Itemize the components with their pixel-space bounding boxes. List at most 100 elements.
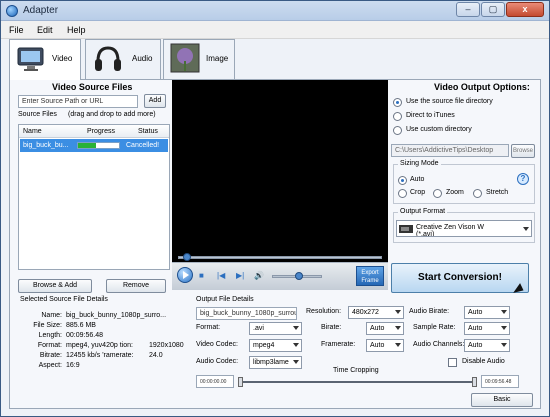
crop-end-handle[interactable] (472, 377, 477, 387)
chevron-down-icon (293, 326, 299, 330)
frame-label: Frame (361, 278, 379, 284)
export-frame-button[interactable]: Export Frame (356, 266, 384, 286)
radio-itunes[interactable] (393, 112, 402, 121)
export-label: Export (361, 270, 379, 276)
framerate-label: Framerate: (321, 341, 356, 348)
audio-bitrate-value: Auto (468, 309, 483, 316)
volume-icon[interactable]: 🔊 (254, 272, 264, 280)
output-details-title: Output File Details (196, 296, 254, 303)
radio-custom-directory-label: Use custom directory (406, 126, 472, 133)
help-icon[interactable]: ? (517, 173, 529, 185)
next-frame-icon[interactable]: ▶| (236, 272, 244, 280)
disable-audio-label: Disable Audio (462, 358, 505, 365)
sizing-mode-group (393, 164, 535, 204)
detail-value: 12455 kb/s 'ramerate: (66, 352, 134, 359)
output-directory-input[interactable]: C:\Users\AddictiveTips\Desktop (391, 144, 509, 157)
disable-audio-checkbox[interactable] (448, 358, 457, 367)
audio-bitrate-label: Audio Birate: (409, 308, 450, 315)
image-icon (170, 43, 200, 73)
row-progress-fill (78, 143, 97, 148)
title-bar: Adapter – ▢ x (1, 1, 549, 21)
seek-bar[interactable] (178, 253, 382, 261)
previous-frame-icon[interactable]: |◀ (217, 272, 225, 280)
stop-icon[interactable]: ■ (199, 272, 204, 280)
detail-extra-value: 24.0 (149, 352, 163, 359)
output-filename-input[interactable]: big_buck_bunny_1080p_surrou (196, 307, 297, 320)
format-select[interactable]: .avi (249, 322, 302, 335)
menu-edit[interactable]: Edit (37, 25, 53, 35)
play-button[interactable] (177, 267, 193, 283)
crop-end-input[interactable]: 00:09:56.48 (481, 375, 519, 388)
audio-codec-value: libmp3lame (253, 359, 289, 366)
column-progress[interactable]: Progress (87, 128, 115, 135)
detail-label: Bitrate: (39, 352, 62, 359)
detail-value: 885.6 MB (66, 322, 96, 329)
sample-rate-select[interactable]: Auto (464, 322, 510, 335)
radio-sizing-auto[interactable] (398, 176, 407, 185)
resolution-select[interactable]: 480x272 (348, 306, 404, 319)
source-path-input[interactable]: Enter Source Path or URL (18, 95, 138, 108)
radio-sizing-stretch[interactable] (473, 189, 482, 198)
crop-start-input[interactable]: 00:00:00.00 (196, 375, 234, 388)
output-format-select[interactable]: Creative Zen Vison W (*.avi) (396, 220, 532, 237)
minimize-button[interactable]: – (456, 2, 480, 17)
tab-audio[interactable]: Audio (85, 39, 161, 79)
framerate-select[interactable]: Auto (366, 339, 404, 352)
radio-sizing-crop[interactable] (398, 189, 407, 198)
detail-label: Length: (38, 332, 62, 339)
audio-channels-select[interactable]: Auto (464, 339, 510, 352)
table-row[interactable]: big_buck_bu... Cancelled! (20, 139, 168, 152)
radio-sizing-zoom[interactable] (433, 189, 442, 198)
basic-button[interactable]: Basic (471, 393, 533, 407)
menu-bar: File Edit Help (1, 21, 549, 39)
close-button[interactable]: x (506, 2, 544, 17)
time-cropping-slider[interactable] (240, 381, 476, 383)
row-status: Cancelled! (126, 142, 160, 149)
device-icon (399, 225, 413, 233)
bitrate-value: Auto (370, 325, 385, 332)
format-value: .avi (253, 325, 264, 332)
add-button[interactable]: Add (144, 94, 166, 108)
chevron-down-icon (395, 310, 401, 314)
chevron-down-icon (395, 343, 401, 347)
tab-image[interactable]: Image (163, 39, 235, 79)
crop-start-handle[interactable] (238, 377, 243, 387)
sample-rate-label: Sample Rate: (413, 324, 456, 331)
radio-custom-directory[interactable] (393, 126, 402, 135)
column-name[interactable]: Name (23, 128, 42, 135)
output-format-line2: (*.avi) (416, 231, 435, 237)
radio-sizing-zoom-label: Zoom (446, 189, 464, 196)
detail-extra-value: 1920x1080 (149, 342, 184, 349)
radio-source-directory[interactable] (393, 98, 402, 107)
remove-button[interactable]: Remove (106, 279, 166, 293)
framerate-value: Auto (370, 342, 385, 349)
radio-sizing-auto-label: Auto (410, 176, 425, 183)
audio-codec-select[interactable]: libmp3lame (249, 356, 302, 369)
browse-add-button[interactable]: Browse & Add (18, 279, 92, 293)
browse-directory-button[interactable]: Browse (511, 144, 535, 158)
drag-drop-hint: (drag and drop to add more) (68, 111, 156, 118)
chevron-down-icon (395, 326, 401, 330)
row-file-name: big_buck_bu... (23, 142, 69, 149)
volume-slider[interactable] (272, 272, 322, 280)
window-controls: – ▢ x (456, 2, 544, 18)
resolution-label: Resolution: (306, 308, 342, 315)
chevron-down-icon (501, 343, 507, 347)
volume-slider-handle[interactable] (295, 272, 304, 280)
bitrate-select[interactable]: Auto (366, 322, 404, 335)
tab-video[interactable]: Video (9, 39, 81, 80)
detail-value: 16:9 (66, 362, 80, 369)
column-status[interactable]: Status (138, 128, 158, 135)
source-files-title: Video Source Files (52, 82, 133, 92)
source-file-list[interactable]: Name Progress Status big_buck_bu... Canc… (18, 124, 170, 270)
audio-bitrate-select[interactable]: Auto (464, 306, 510, 319)
video-codec-label: Video Codec: (196, 341, 238, 348)
menu-file[interactable]: File (9, 25, 24, 35)
start-conversion-button[interactable]: Start Conversion! (391, 263, 529, 293)
video-codec-select[interactable]: mpeg4 (249, 339, 302, 352)
app-window: Adapter – ▢ x File Edit Help Video Audio… (0, 0, 550, 417)
maximize-button[interactable]: ▢ (481, 2, 505, 17)
menu-help[interactable]: Help (67, 25, 86, 35)
chevron-down-icon (501, 326, 507, 330)
sample-rate-value: Auto (468, 325, 483, 332)
